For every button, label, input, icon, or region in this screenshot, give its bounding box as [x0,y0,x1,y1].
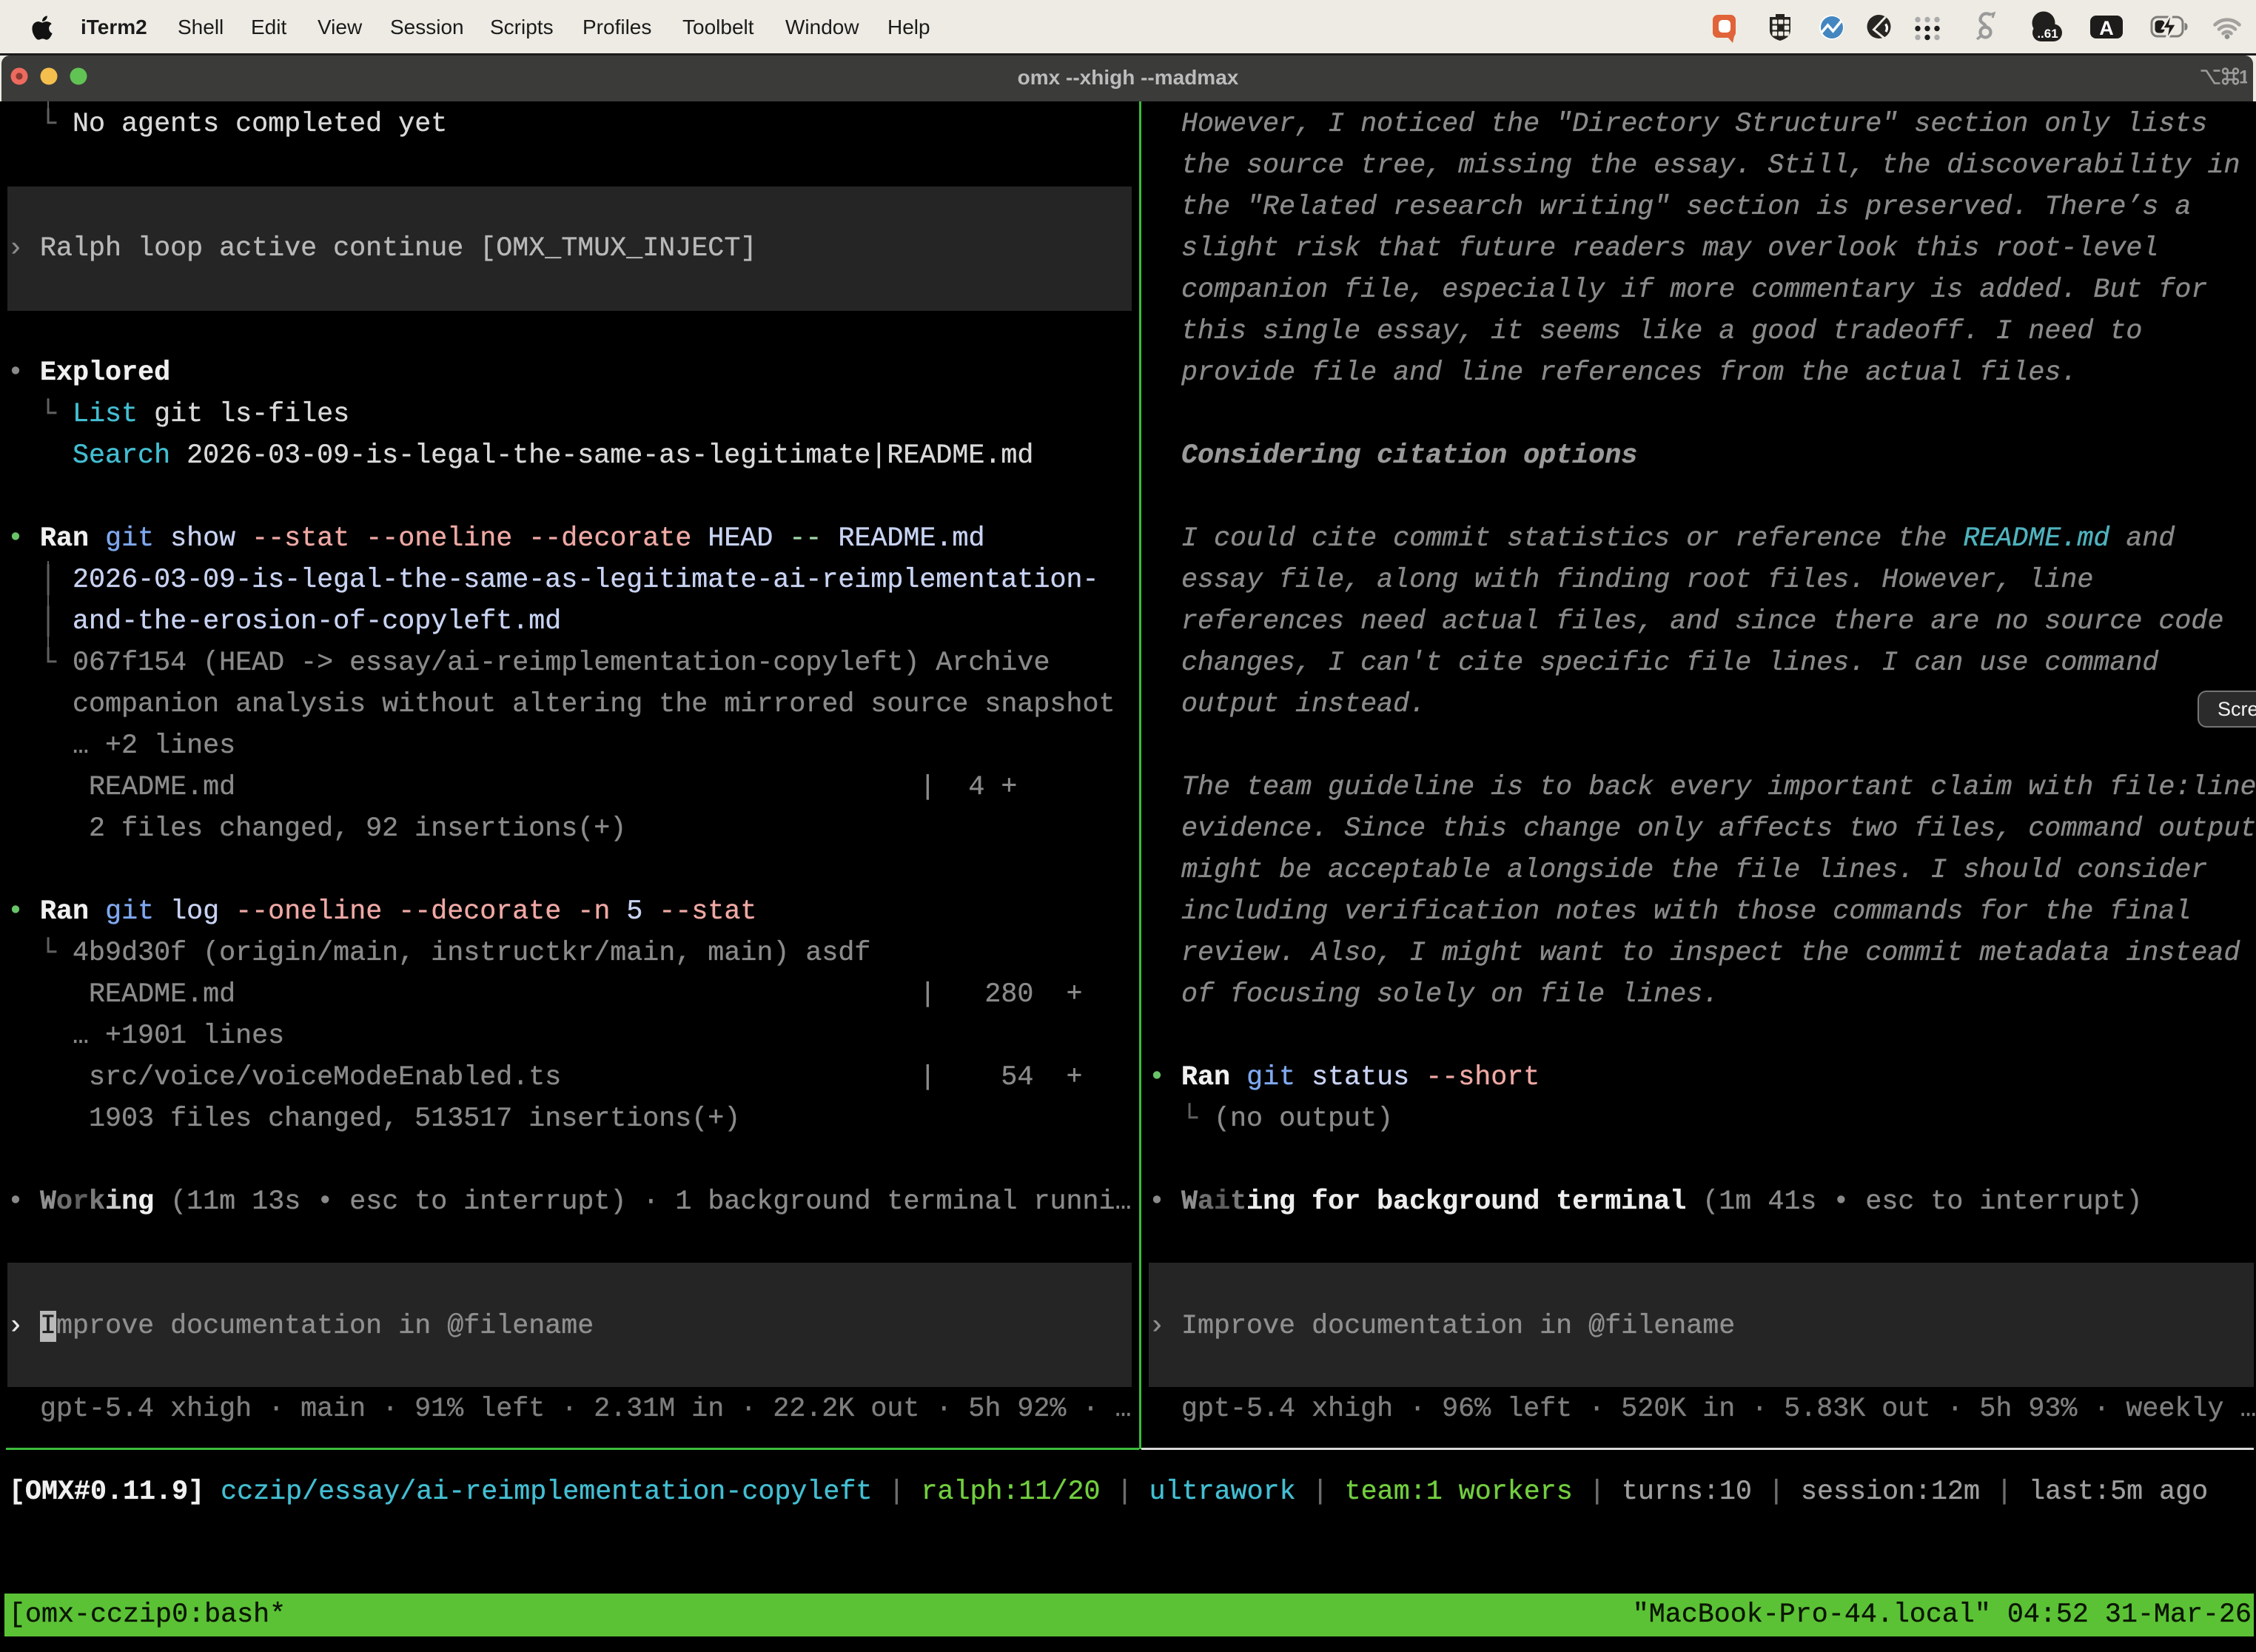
svg-text:..61: ..61 [2037,27,2058,41]
svg-text:1: 1 [2239,67,2247,87]
svg-text:A: A [2099,17,2114,39]
